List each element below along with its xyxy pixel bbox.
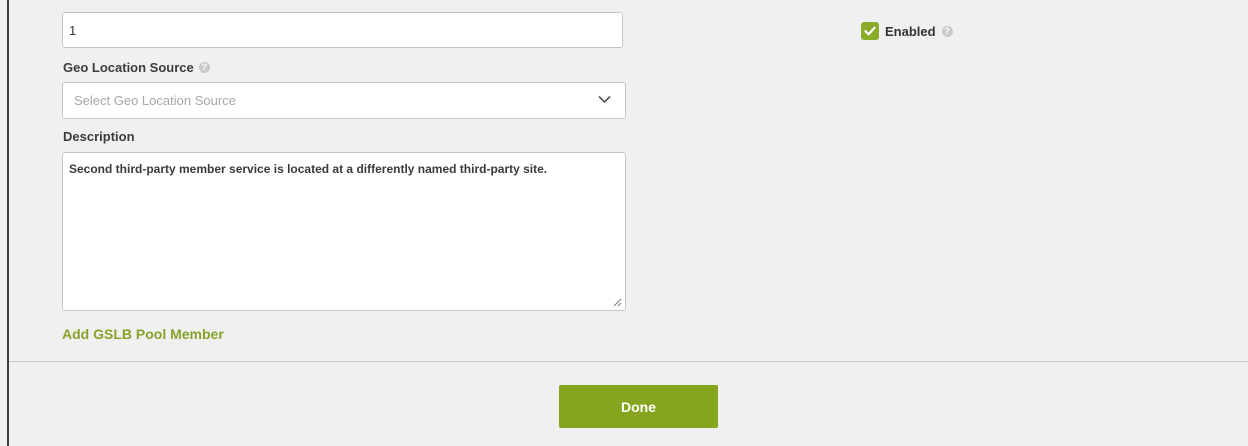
description-textarea[interactable]: Second third-party member service is loc… (62, 152, 626, 311)
form-panel: Geo Location Source ? Select Geo Locatio… (9, 0, 1248, 362)
done-button[interactable]: Done (559, 385, 718, 428)
help-icon[interactable]: ? (941, 25, 953, 37)
enabled-label: Enabled (885, 23, 936, 39)
geo-location-source-label-text: Geo Location Source (63, 60, 194, 75)
geo-location-source-select[interactable]: Select Geo Location Source (62, 82, 626, 119)
help-icon[interactable]: ? (198, 62, 210, 73)
add-gslb-pool-member-link[interactable]: Add GSLB Pool Member (62, 326, 224, 342)
geo-location-source-label: Geo Location Source ? (63, 60, 210, 75)
description-text: Second third-party member service is loc… (69, 162, 548, 176)
enabled-checkbox[interactable] (861, 22, 879, 40)
description-label-text: Description (63, 129, 135, 144)
resize-grip-icon[interactable] (612, 297, 622, 307)
enabled-toggle: Enabled ? (861, 22, 953, 40)
check-icon (864, 26, 876, 36)
description-label: Description (63, 129, 135, 144)
geo-location-source-placeholder: Select Geo Location Source (74, 93, 236, 108)
chevron-down-icon (598, 95, 611, 104)
priority-input[interactable] (62, 12, 623, 48)
modal-footer: Done (9, 362, 1248, 446)
